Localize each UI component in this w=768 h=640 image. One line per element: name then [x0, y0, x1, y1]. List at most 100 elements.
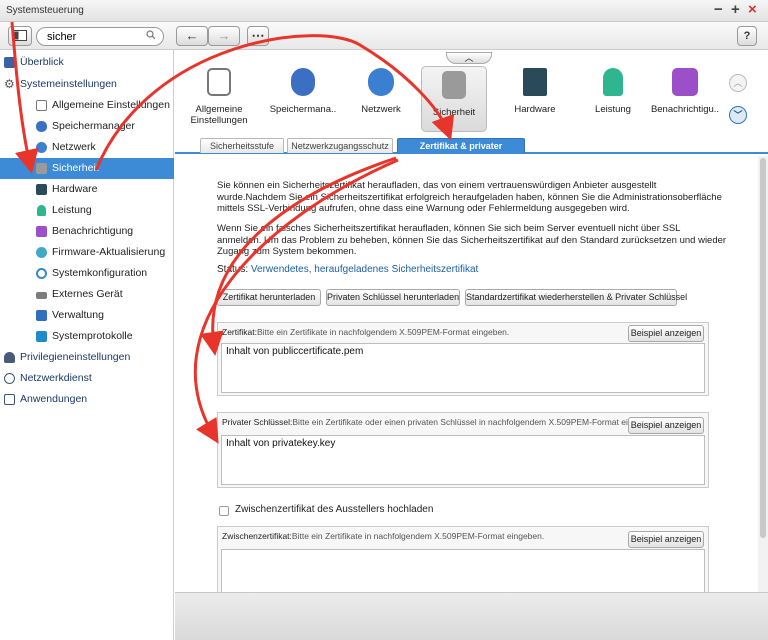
sidebar-item-system-logs[interactable]: Systemprotokolle	[0, 326, 174, 347]
database-icon	[36, 121, 47, 132]
network-icon	[36, 142, 47, 153]
sidebar-item-system-configuration[interactable]: Systemkonfiguration	[0, 263, 174, 284]
tab-bar: Sicherheitsstufe Netzwerkzugangsschutz Z…	[175, 138, 768, 165]
firmware-icon	[36, 247, 47, 258]
sidebar-item-performance[interactable]: Leistung	[0, 200, 174, 221]
search-icon[interactable]	[146, 30, 156, 43]
iconbar-notification[interactable]: Benachrichtigu..	[645, 68, 725, 132]
intermediate-certificate-checkbox-label: Zwischenzertifikat des Ausstellers hochl…	[235, 504, 434, 515]
toolbar: ← → ⋯ ?	[0, 22, 768, 50]
category-icon-bar: ︿ Allgemeine Einstellungen Speichermana.…	[175, 50, 768, 138]
chevron-up-icon: ︿	[464, 53, 474, 63]
iconbar-general-settings[interactable]: Allgemeine Einstellungen	[183, 68, 255, 132]
warning-paragraph: Wenn Sie ein falsches Sicherheitszertifi…	[217, 223, 727, 257]
iconbar-performance[interactable]: Leistung	[577, 68, 649, 132]
status-value: Verwendetes, heraufgeladenes Sicherheits…	[250, 264, 479, 275]
message-icon	[36, 226, 47, 237]
sidebar-item-firmware-update[interactable]: Firmware-Aktualisierung	[0, 242, 174, 263]
status-label: Status:	[217, 264, 249, 275]
forward-button[interactable]: →	[208, 26, 240, 46]
gear-icon: ⚙	[4, 77, 15, 91]
sidebar-toggle-icon	[13, 30, 27, 41]
iconbar-network[interactable]: Netzwerk	[345, 68, 417, 132]
user-icon	[4, 352, 15, 363]
app-grid-button[interactable]: ⋯	[247, 26, 269, 46]
sidebar-item-overview[interactable]: Überblick	[0, 52, 174, 73]
lock-icon	[442, 71, 466, 99]
overview-icon	[4, 57, 15, 68]
sidebar-item-privilege-settings[interactable]: Privilegieneinstellungen	[0, 347, 174, 368]
iconbar-hardware[interactable]: Hardware	[499, 68, 571, 132]
certificate-content: Sie können ein Sicherheitszertifikat her…	[175, 156, 758, 592]
maximize-button[interactable]: +	[731, 2, 740, 18]
bulb-icon	[37, 205, 46, 216]
search-input[interactable]	[47, 30, 143, 44]
sidebar-item-network[interactable]: Netzwerk	[0, 137, 174, 158]
search-box[interactable]	[36, 27, 164, 46]
database-icon	[291, 68, 315, 96]
sidebar-item-applications[interactable]: Anwendungen	[0, 389, 174, 410]
certificate-example-button[interactable]: Beispiel anzeigen	[628, 325, 704, 342]
iconbar-scroll-down-button[interactable]: ﹀	[729, 106, 747, 124]
iconbar-storage-manager[interactable]: Speichermana..	[267, 68, 339, 132]
sidebar-item-management[interactable]: Verwaltung	[0, 305, 174, 326]
network-icon	[368, 68, 394, 96]
intro-paragraph: Sie können ein Sicherheitszertifikat her…	[217, 180, 722, 214]
management-icon	[36, 310, 47, 321]
sidebar-item-system-settings[interactable]: ⚙ Systemeinstellungen	[0, 74, 174, 95]
private-key-example-button[interactable]: Beispiel anzeigen	[628, 417, 704, 434]
download-certificate-button[interactable]: Zertifikat herunterladen	[217, 289, 321, 306]
download-private-key-button[interactable]: Privaten Schlüssel herunterladen	[326, 289, 460, 306]
tab-network-access-protection[interactable]: Netzwerkzugangsschutz	[287, 138, 393, 153]
globe-icon	[4, 373, 15, 384]
sidebar: Überblick ⚙ Systemeinstellungen Allgemei…	[0, 50, 174, 640]
sidebar-item-network-service[interactable]: Netzwerkdienst	[0, 368, 174, 389]
apps-icon	[4, 394, 15, 405]
tab-certificate-private-key[interactable]: Zertifikat & privater Schlüssel	[397, 138, 525, 165]
chevron-up-icon: ︿	[733, 78, 743, 88]
status-line: Status: Verwendetes, heraufgeladenes Sic…	[217, 264, 727, 276]
back-button[interactable]: ←	[176, 26, 208, 46]
private-key-textarea[interactable]: Inhalt von privatekey.key	[221, 435, 705, 485]
intermediate-certificate-hint: Zwischenzertifikat:Bitte ein Zertifikate…	[222, 531, 545, 541]
footer-bar	[175, 592, 768, 640]
bulb-icon	[603, 68, 623, 96]
chevron-down-icon: ﹀	[733, 110, 743, 120]
sidebar-item-external-device[interactable]: Externes Gerät	[0, 284, 174, 305]
settings-doc-icon	[207, 68, 231, 96]
sidebar-item-storage-manager[interactable]: Speichermanager	[0, 116, 174, 137]
sidebar-item-notification[interactable]: Benachrichtigung	[0, 221, 174, 242]
hardware-icon	[523, 68, 547, 96]
message-icon	[672, 68, 698, 96]
lock-icon	[36, 163, 47, 174]
intermediate-example-button[interactable]: Beispiel anzeigen	[628, 531, 704, 548]
content-scrollbar[interactable]	[758, 156, 768, 592]
iconbar-scroll-up-button[interactable]: ︿	[729, 74, 747, 92]
iconbar-security[interactable]: Sicherheit	[421, 66, 487, 132]
scrollbar-thumb[interactable]	[760, 158, 766, 538]
intermediate-certificate-panel: Zwischenzertifikat:Bitte ein Zertifikate…	[217, 526, 709, 592]
sidebar-item-general-settings[interactable]: Allgemeine Einstellungen	[0, 95, 174, 116]
hardware-icon	[36, 184, 47, 195]
config-icon	[36, 268, 47, 279]
sidebar-toggle-button[interactable]	[8, 26, 32, 46]
intermediate-certificate-checkbox[interactable]	[219, 506, 229, 516]
window-titlebar: Systemsteuerung − + ×	[0, 0, 768, 22]
private-key-hint: Privater Schlüssel:Bitte ein Zertifikate…	[222, 417, 659, 427]
tab-security-level[interactable]: Sicherheitsstufe	[200, 138, 284, 153]
collapse-iconbar-button[interactable]: ︿	[446, 52, 492, 64]
log-icon	[36, 331, 47, 342]
minimize-button[interactable]: −	[714, 2, 723, 18]
window-title: Systemsteuerung	[6, 5, 84, 16]
private-key-panel: Privater Schlüssel:Bitte ein Zertifikate…	[217, 412, 709, 488]
close-button[interactable]: ×	[748, 2, 757, 18]
intermediate-certificate-textarea[interactable]	[221, 549, 705, 592]
help-button[interactable]: ?	[737, 26, 757, 46]
sidebar-item-security[interactable]: Sicherheit	[0, 158, 174, 179]
restore-default-certificate-button[interactable]: Standardzertifikat wiederherstellen & Pr…	[465, 289, 687, 306]
settings-doc-icon	[36, 100, 47, 111]
certificate-panel: Zertifikat:Bitte ein Zertifikate in nach…	[217, 322, 709, 396]
sidebar-item-hardware[interactable]: Hardware	[0, 179, 174, 200]
certificate-textarea[interactable]: Inhalt von publiccertificate.pem	[221, 343, 705, 393]
certificate-hint: Zertifikat:Bitte ein Zertifikate in nach…	[222, 327, 510, 337]
